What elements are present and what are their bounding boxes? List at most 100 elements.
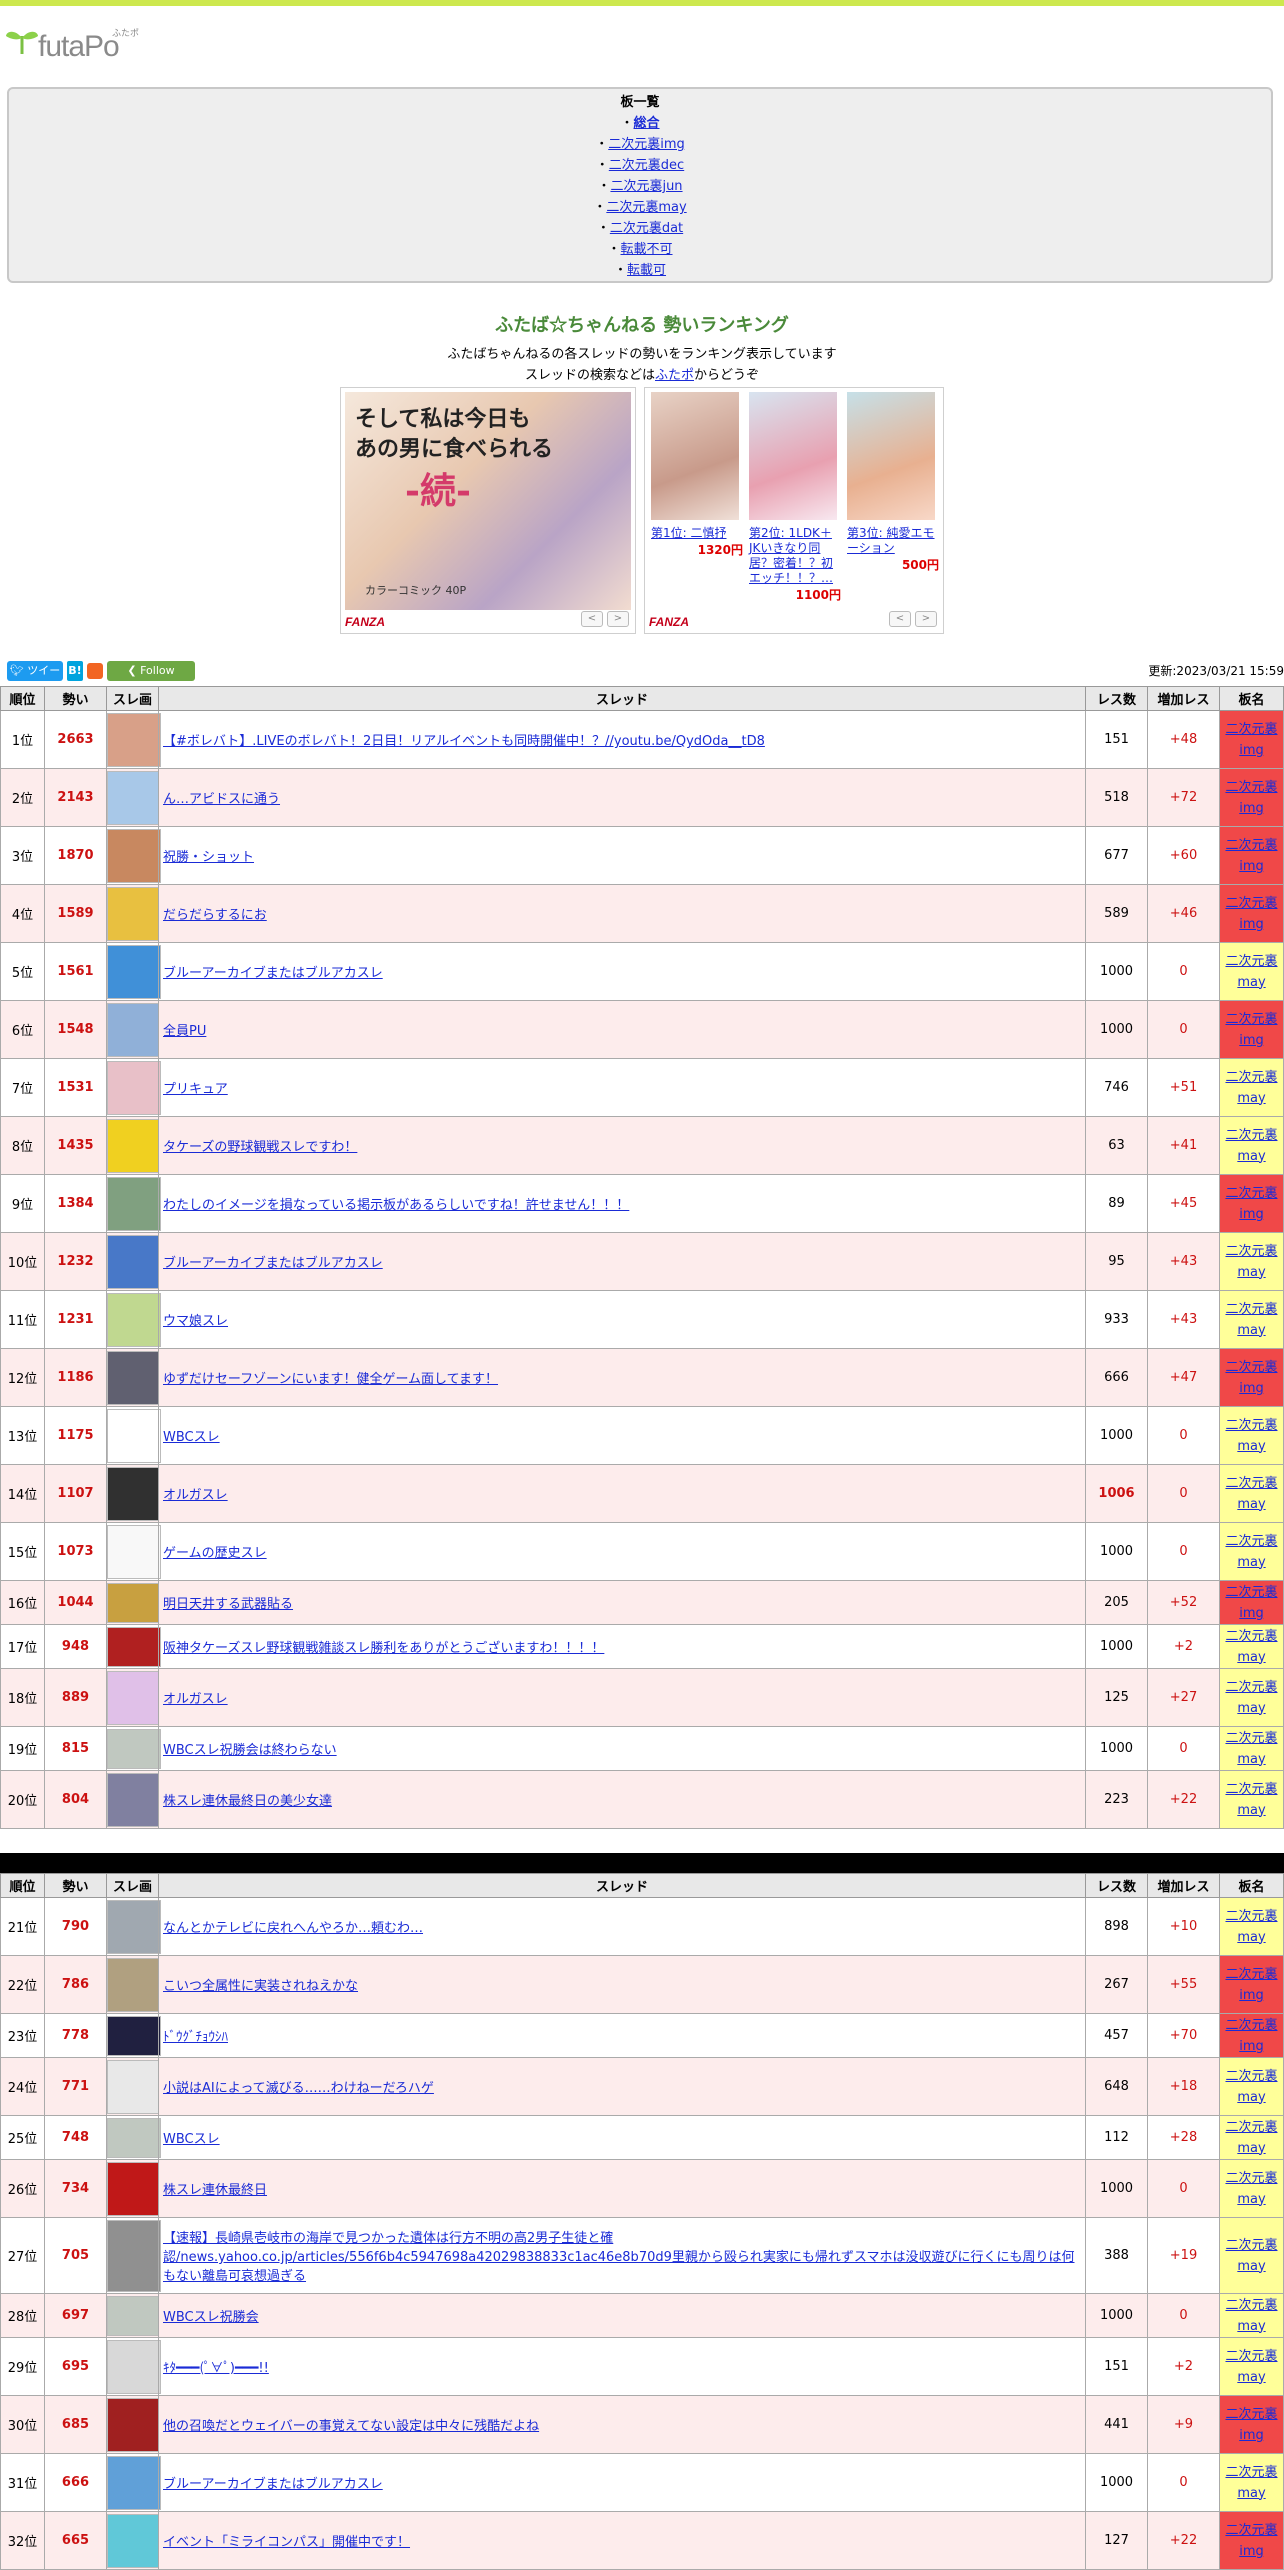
thumbnail-cell[interactable] xyxy=(106,1116,161,1175)
rss-icon[interactable] xyxy=(87,663,103,679)
board-name-link[interactable]: 二次元裏img xyxy=(1225,2407,1277,2443)
ad-product-image[interactable] xyxy=(749,392,837,520)
thread-thumbnail[interactable] xyxy=(107,1626,161,1667)
thumbnail-cell[interactable] xyxy=(106,710,161,769)
thread-link[interactable]: ウマ娘スレ xyxy=(163,1314,228,1329)
ad-product-name[interactable]: 第1位: 二慎抒 xyxy=(651,526,743,541)
board-name-link[interactable]: 二次元裏img xyxy=(1225,838,1277,874)
ad-comic-image[interactable]: そして私は今日も あの男に食べられる -続- カラーコミック 40P xyxy=(345,392,631,610)
thumbnail-cell[interactable] xyxy=(106,2115,161,2160)
thumbnail-cell[interactable] xyxy=(106,2057,161,2116)
board-name-link[interactable]: 二次元裏may xyxy=(1225,1731,1277,1767)
board-link[interactable]: 転載不可 xyxy=(621,242,673,257)
board-name-link[interactable]: 二次元裏img xyxy=(1225,896,1277,932)
thread-link[interactable]: ブルーアーカイブまたはブルアカスレ xyxy=(163,2477,383,2492)
board-link[interactable]: 総合 xyxy=(634,116,660,131)
thumbnail-cell[interactable] xyxy=(106,2293,161,2338)
thread-thumbnail[interactable] xyxy=(107,1582,161,1623)
thumbnail-cell[interactable] xyxy=(106,2511,161,2570)
thread-thumbnail[interactable] xyxy=(107,1234,161,1289)
thread-link[interactable]: 小説はAIによって滅びる……わけねーだろハゲ xyxy=(163,2081,434,2096)
thread-link[interactable]: ブルーアーカイブまたはブルアカスレ xyxy=(163,1256,383,1271)
thread-thumbnail[interactable] xyxy=(107,1899,161,1954)
board-name-link[interactable]: 二次元裏may xyxy=(1225,1418,1277,1454)
thread-link[interactable]: オルガスレ xyxy=(163,1488,228,1503)
thread-thumbnail[interactable] xyxy=(107,1408,161,1463)
board-name-link[interactable]: 二次元裏may xyxy=(1225,1070,1277,1106)
thread-thumbnail[interactable] xyxy=(107,2015,161,2056)
thumbnail-cell[interactable] xyxy=(106,2159,161,2218)
thumbnail-cell[interactable] xyxy=(106,2013,161,2058)
thread-link[interactable]: 阪神タケーズスレ野球観戦雑談スレ勝利をありがとうございますわ！！！！ xyxy=(163,1641,604,1656)
ad-next-button[interactable]: > xyxy=(607,611,629,627)
board-name-link[interactable]: 二次元裏may xyxy=(1225,2120,1277,2156)
thumbnail-cell[interactable] xyxy=(106,2217,161,2294)
board-name-link[interactable]: 二次元裏img xyxy=(1225,1360,1277,1396)
thread-thumbnail[interactable] xyxy=(107,1176,161,1231)
thread-link[interactable]: なんとかテレビに戻れへんやろか…頼むわ… xyxy=(163,1921,423,1936)
ad-product-name[interactable]: 第2位: 1LDK＋JKいきなり同居？密着！？初エッチ！！？… xyxy=(749,526,841,586)
thread-thumbnail[interactable] xyxy=(107,1466,161,1521)
thread-link[interactable]: タケーズの野球観戦スレですわ！ xyxy=(163,1140,357,1155)
thread-link[interactable]: 全員PU xyxy=(163,1024,206,1039)
thumbnail-cell[interactable] xyxy=(106,2337,161,2396)
thread-thumbnail[interactable] xyxy=(107,1350,161,1405)
thread-link[interactable]: オルガスレ xyxy=(163,1692,228,1707)
ad-prev-button[interactable]: < xyxy=(581,611,603,627)
thread-thumbnail[interactable] xyxy=(107,1060,161,1115)
thread-link[interactable]: ブルーアーカイブまたはブルアカスレ xyxy=(163,966,383,981)
board-name-link[interactable]: 二次元裏img xyxy=(1225,2018,1277,2054)
board-name-link[interactable]: 二次元裏may xyxy=(1225,1302,1277,1338)
thumbnail-cell[interactable] xyxy=(106,884,161,943)
thread-link[interactable]: 株スレ連休最終日の美少女達 xyxy=(163,1794,332,1809)
thread-thumbnail[interactable] xyxy=(107,828,161,883)
thread-link[interactable]: ﾄﾞｳｸﾞﾁｮｳｼﾊ xyxy=(163,2030,228,2045)
ad-prev-button[interactable]: < xyxy=(889,611,911,627)
site-logo[interactable]: futaPo ふたポ xyxy=(4,20,164,70)
thread-thumbnail[interactable] xyxy=(107,944,161,999)
thread-link[interactable]: 【速報】長崎県壱岐市の海岸で見つかった遺体は行方不明の高2男子生徒と確認/new… xyxy=(163,2231,1075,2284)
board-name-link[interactable]: 二次元裏may xyxy=(1225,954,1277,990)
thumbnail-cell[interactable] xyxy=(106,1580,161,1625)
board-name-link[interactable]: 二次元裏may xyxy=(1225,1782,1277,1818)
thumbnail-cell[interactable] xyxy=(106,1232,161,1291)
follow-button[interactable]: ❮ Follow xyxy=(107,661,195,681)
board-name-link[interactable]: 二次元裏may xyxy=(1225,2349,1277,2385)
thread-thumbnail[interactable] xyxy=(107,1118,161,1173)
thumbnail-cell[interactable] xyxy=(106,1290,161,1349)
board-link[interactable]: 二次元裏img xyxy=(608,137,685,152)
thread-thumbnail[interactable] xyxy=(107,1728,161,1769)
thread-thumbnail[interactable] xyxy=(107,886,161,941)
thumbnail-cell[interactable] xyxy=(106,1726,161,1771)
thread-link[interactable]: ん…アビドスに通う xyxy=(163,792,280,807)
thumbnail-cell[interactable] xyxy=(106,1348,161,1407)
thread-link[interactable]: WBCスレ祝勝会は終わらない xyxy=(163,1743,337,1758)
board-name-link[interactable]: 二次元裏img xyxy=(1225,1585,1277,1621)
tweet-button[interactable]: 🐦︎ ツイート xyxy=(7,661,63,697)
thread-link[interactable]: 明日天井する武器貼る xyxy=(163,1597,293,1612)
board-name-link[interactable]: 二次元裏may xyxy=(1225,1680,1277,1716)
thumbnail-cell[interactable] xyxy=(106,1058,161,1117)
ad-product-image[interactable] xyxy=(847,392,935,520)
thread-thumbnail[interactable] xyxy=(107,712,161,767)
thread-link[interactable]: ｷﾀ━━━(ﾟ∀ﾟ)━━━!! xyxy=(163,2361,269,2376)
thread-thumbnail[interactable] xyxy=(107,2513,161,2568)
ad-banner-comic[interactable]: そして私は今日も あの男に食べられる -続- カラーコミック 40P FANZA… xyxy=(340,387,636,634)
board-name-link[interactable]: 二次元裏may xyxy=(1225,2298,1277,2334)
thread-thumbnail[interactable] xyxy=(107,2339,161,2394)
thread-thumbnail[interactable] xyxy=(107,1957,161,2012)
thumbnail-cell[interactable] xyxy=(106,2395,161,2454)
ad-product-1[interactable]: 第1位: 二慎抒 1320円 xyxy=(651,392,743,558)
thread-thumbnail[interactable] xyxy=(107,2397,161,2452)
thread-thumbnail[interactable] xyxy=(107,770,161,825)
thumbnail-cell[interactable] xyxy=(106,1624,161,1669)
thread-link[interactable]: 【#ボレバト】.LIVEのボレバト！2日目！リアルイベントも同時開催中！？//y… xyxy=(163,734,765,749)
board-name-link[interactable]: 二次元裏may xyxy=(1225,1909,1277,1945)
board-name-link[interactable]: 二次元裏may xyxy=(1225,1534,1277,1570)
board-name-link[interactable]: 二次元裏img xyxy=(1225,780,1277,816)
board-name-link[interactable]: 二次元裏may xyxy=(1225,1476,1277,1512)
board-name-link[interactable]: 二次元裏img xyxy=(1225,722,1277,758)
ad-product-image[interactable] xyxy=(651,392,739,520)
board-link[interactable]: 転載可 xyxy=(627,263,666,278)
board-name-link[interactable]: 二次元裏may xyxy=(1225,1244,1277,1280)
